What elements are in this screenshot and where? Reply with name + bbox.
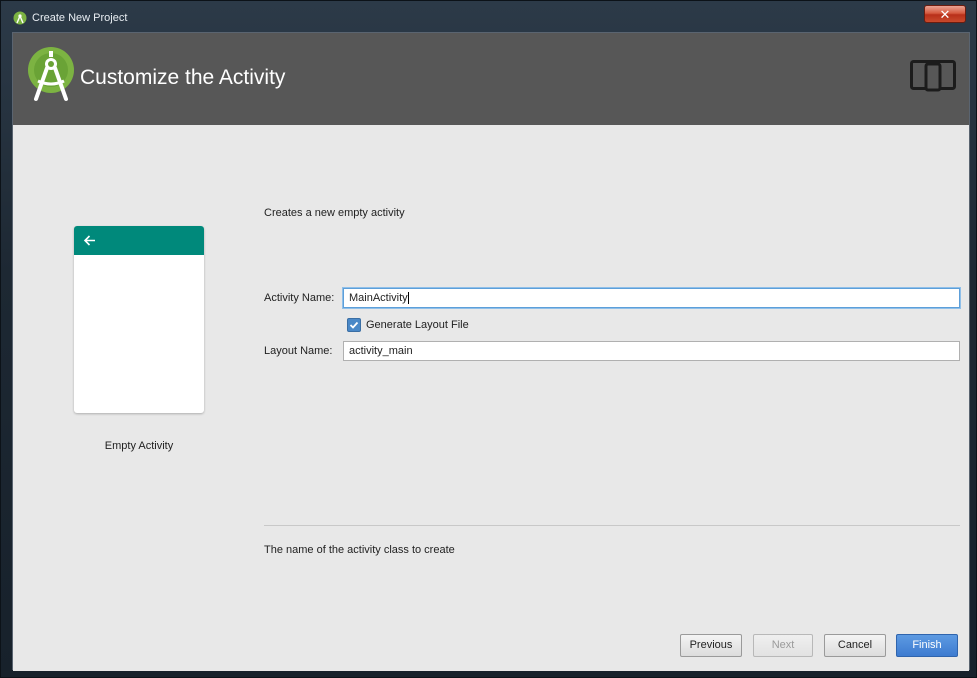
page-title: Customize the Activity xyxy=(80,66,286,89)
close-icon: ✕ xyxy=(939,6,951,22)
wizard-header: Customize the Activity xyxy=(13,33,969,125)
layout-name-value: activity_main xyxy=(349,345,413,357)
android-studio-small-icon xyxy=(13,11,27,25)
previous-button[interactable]: Previous xyxy=(680,634,742,657)
help-divider xyxy=(264,525,960,526)
wizard-window: Create New Project ✕ Customize the Activ… xyxy=(0,0,977,678)
title-bar: Create New Project ✕ xyxy=(1,1,976,31)
close-button[interactable]: ✕ xyxy=(924,5,966,23)
checkmark-icon xyxy=(349,321,359,329)
back-arrow-icon xyxy=(83,235,95,246)
android-studio-icon xyxy=(28,47,74,101)
window-title: Create New Project xyxy=(32,12,128,24)
field-help-text: The name of the activity class to create xyxy=(264,544,455,556)
activity-description: Creates a new empty activity xyxy=(264,207,405,219)
activity-template-label: Empty Activity xyxy=(104,440,174,452)
preview-app-bar xyxy=(74,226,204,255)
wizard-content: Empty Activity Creates a new empty activ… xyxy=(13,125,969,671)
generate-layout-label[interactable]: Generate Layout File xyxy=(366,319,469,331)
layout-name-label: Layout Name: xyxy=(264,345,333,357)
layout-name-input[interactable]: activity_main xyxy=(343,341,960,361)
text-caret xyxy=(407,292,409,305)
activity-preview xyxy=(74,226,204,413)
finish-button[interactable]: Finish xyxy=(896,634,958,657)
activity-name-label: Activity Name: xyxy=(264,292,335,304)
wizard-client-area: Customize the Activity Empty Activity Cr… xyxy=(12,32,970,671)
generate-layout-checkbox[interactable] xyxy=(347,318,361,332)
cancel-button[interactable]: Cancel xyxy=(824,634,886,657)
activity-name-input[interactable]: MainActivity xyxy=(343,288,960,308)
next-button[interactable]: Next xyxy=(753,634,813,657)
activity-name-value: MainActivity xyxy=(349,292,408,304)
tablet-phone-icon xyxy=(910,60,956,92)
